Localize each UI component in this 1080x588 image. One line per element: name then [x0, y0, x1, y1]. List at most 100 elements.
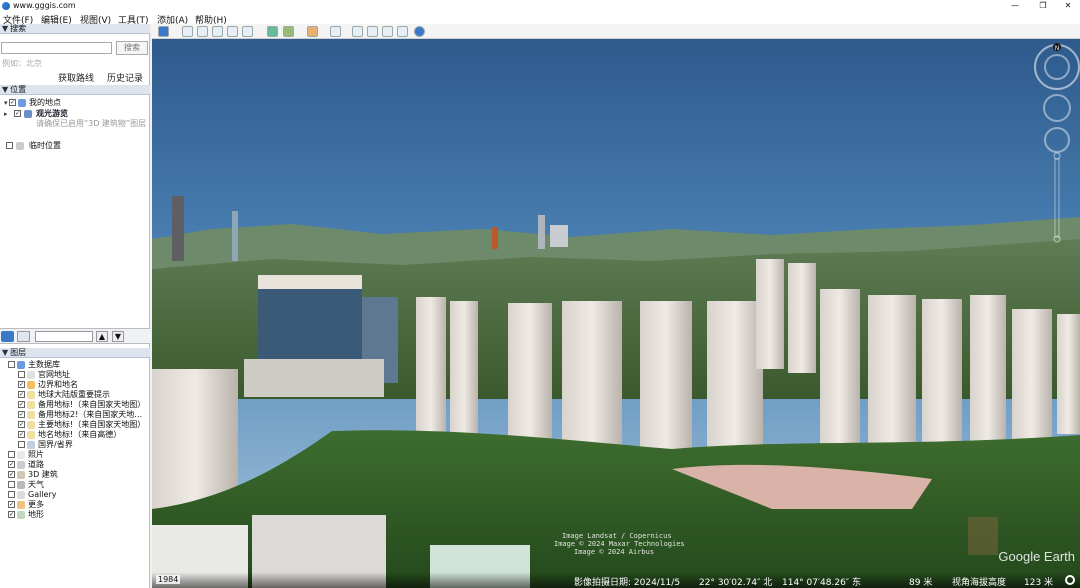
places-panel-header[interactable]: ▼ 位置	[0, 85, 150, 95]
checkbox[interactable]	[18, 441, 25, 448]
checkbox[interactable]	[8, 491, 15, 498]
print-icon[interactable]	[367, 26, 378, 37]
layer-icon	[27, 391, 35, 399]
layer-icon	[17, 501, 25, 509]
layer-item[interactable]: 照片	[0, 450, 150, 460]
search-header-label: 搜索	[10, 24, 27, 33]
move-down-icon[interactable]: ▼	[112, 331, 124, 342]
checkbox[interactable]: ✓	[9, 99, 16, 106]
list-item[interactable]: ▾ ✓ 我的地点	[0, 98, 150, 108]
tour-icon[interactable]	[242, 26, 253, 37]
checkbox[interactable]: ✓	[18, 431, 25, 438]
earth-icon[interactable]	[414, 26, 425, 37]
layer-item[interactable]: ✓ 备用地标!（来自国家天地图）	[0, 400, 150, 410]
search-panel-header[interactable]: ▼ 搜索	[0, 24, 150, 34]
checkbox[interactable]	[8, 451, 15, 458]
layer-item[interactable]: 官网地址	[0, 370, 150, 380]
item-label: 观光游览	[36, 109, 68, 118]
planets-icon[interactable]	[307, 26, 318, 37]
item-label: 请确保已启用“3D 建筑物”图层	[36, 119, 147, 128]
minimize-button[interactable]: —	[1001, 0, 1029, 12]
checkbox[interactable]	[8, 361, 15, 368]
compass-north-label: N	[1055, 46, 1059, 52]
elevation-readout: 89 米	[909, 578, 933, 588]
app-icon	[2, 2, 10, 10]
checkbox[interactable]	[6, 142, 13, 149]
layer-item[interactable]: 国界/省界	[0, 440, 150, 450]
email-icon[interactable]	[352, 26, 363, 37]
status-bar: 1984 影像拍摄日期: 2024/11/5 22° 30′02.74″ 北 1…	[152, 572, 1080, 588]
collapse-arrow-icon: ▼	[2, 348, 9, 357]
history-icon[interactable]	[267, 26, 278, 37]
copyright-line: Image © 2024 Maxar Technologies	[554, 540, 685, 548]
layer-icon	[17, 481, 25, 489]
item-label: 临时位置	[29, 141, 61, 150]
layer-item[interactable]: ✓ 主要地标!（来自国家天地图）	[0, 420, 150, 430]
layer-item[interactable]: ✓ 地形	[0, 510, 150, 520]
checkbox[interactable]: ✓	[8, 501, 15, 508]
ruler-icon[interactable]	[330, 26, 341, 37]
layer-icon	[27, 371, 35, 379]
checkbox[interactable]: ✓	[8, 461, 15, 468]
layer-icon	[27, 441, 35, 449]
search-button[interactable]: 搜索	[116, 41, 148, 55]
layer-item[interactable]: 天气	[0, 480, 150, 490]
layer-label: 国界/省界	[38, 440, 73, 449]
earth-3d-view[interactable]: N Google Earth	[152, 39, 1080, 588]
layer-item[interactable]: ✓ 地球大陆版重要提示	[0, 390, 150, 400]
placemark-icon[interactable]	[182, 26, 193, 37]
layer-item[interactable]: ✓ 更多	[0, 500, 150, 510]
layer-icon	[17, 361, 25, 369]
layer-icon	[27, 381, 35, 389]
list-item[interactable]: 临时位置	[0, 141, 150, 151]
close-button[interactable]: ✕	[1054, 0, 1080, 12]
collapse-arrow-icon: ▼	[2, 24, 9, 33]
layer-label: 3D 建筑	[28, 470, 58, 479]
checkbox[interactable]: ✓	[18, 421, 25, 428]
overlay-icon[interactable]	[227, 26, 238, 37]
layer-item[interactable]: ✓ 边界和地名	[0, 380, 150, 390]
places-filter-input[interactable]	[35, 331, 93, 342]
get-route-link[interactable]: 获取路线	[58, 71, 94, 84]
history-link[interactable]: 历史记录	[107, 71, 143, 84]
layer-label: 地形	[28, 510, 44, 519]
layer-item[interactable]: 主数据库	[0, 360, 150, 370]
sun-icon[interactable]	[283, 26, 294, 37]
search-input[interactable]	[1, 42, 112, 54]
layer-label: 照片	[28, 450, 44, 459]
checkbox[interactable]	[8, 481, 15, 488]
layer-label: 地球大陆版重要提示	[38, 390, 110, 399]
checkbox[interactable]	[18, 371, 25, 378]
maximize-button[interactable]: ❐	[1029, 0, 1057, 12]
layer-item[interactable]: ✓ 备用地标2!（来自国家天地…	[0, 410, 150, 420]
layer-item[interactable]: ✓ 道路	[0, 460, 150, 470]
maps-icon[interactable]	[397, 26, 408, 37]
checkbox[interactable]: ✓	[8, 471, 15, 478]
checkbox[interactable]: ✓	[18, 391, 25, 398]
move-up-icon[interactable]: ▲	[96, 331, 108, 342]
checkbox[interactable]: ✓	[18, 381, 25, 388]
layer-label: 天气	[28, 480, 44, 489]
layer-item[interactable]: ✓ 3D 建筑	[0, 470, 150, 480]
polygon-icon[interactable]	[197, 26, 208, 37]
map-viewport[interactable]: N Google Earth Image Landsat / Copernicu…	[152, 39, 1080, 588]
save-image-icon[interactable]	[382, 26, 393, 37]
layer-label: 道路	[28, 460, 44, 469]
layers-panel-header[interactable]: ▼ 图层	[0, 348, 150, 358]
checkbox[interactable]: ✓	[18, 411, 25, 418]
places-header-label: 位置	[10, 85, 27, 94]
expand-arrow-icon[interactable]: ▾	[4, 98, 8, 108]
layer-item[interactable]: ✓ 地名地标!（来自高德）	[0, 430, 150, 440]
sidebar-toggle-icon[interactable]	[158, 26, 169, 37]
list-item[interactable]: ▸ ✓ 观光游览	[0, 109, 150, 119]
path-icon[interactable]	[212, 26, 223, 37]
layer-item[interactable]: Gallery	[0, 490, 150, 500]
checkbox[interactable]: ✓	[8, 511, 15, 518]
search-places-icon[interactable]	[1, 331, 14, 342]
expand-arrow-icon[interactable]: ▸	[4, 109, 8, 119]
layer-label: 主要地标!（来自国家天地图）	[38, 420, 146, 429]
imagery-date: 影像拍摄日期: 2024/11/5	[574, 578, 681, 588]
panel-toggle-icon[interactable]	[17, 331, 30, 342]
checkbox[interactable]: ✓	[14, 110, 21, 117]
checkbox[interactable]: ✓	[18, 401, 25, 408]
